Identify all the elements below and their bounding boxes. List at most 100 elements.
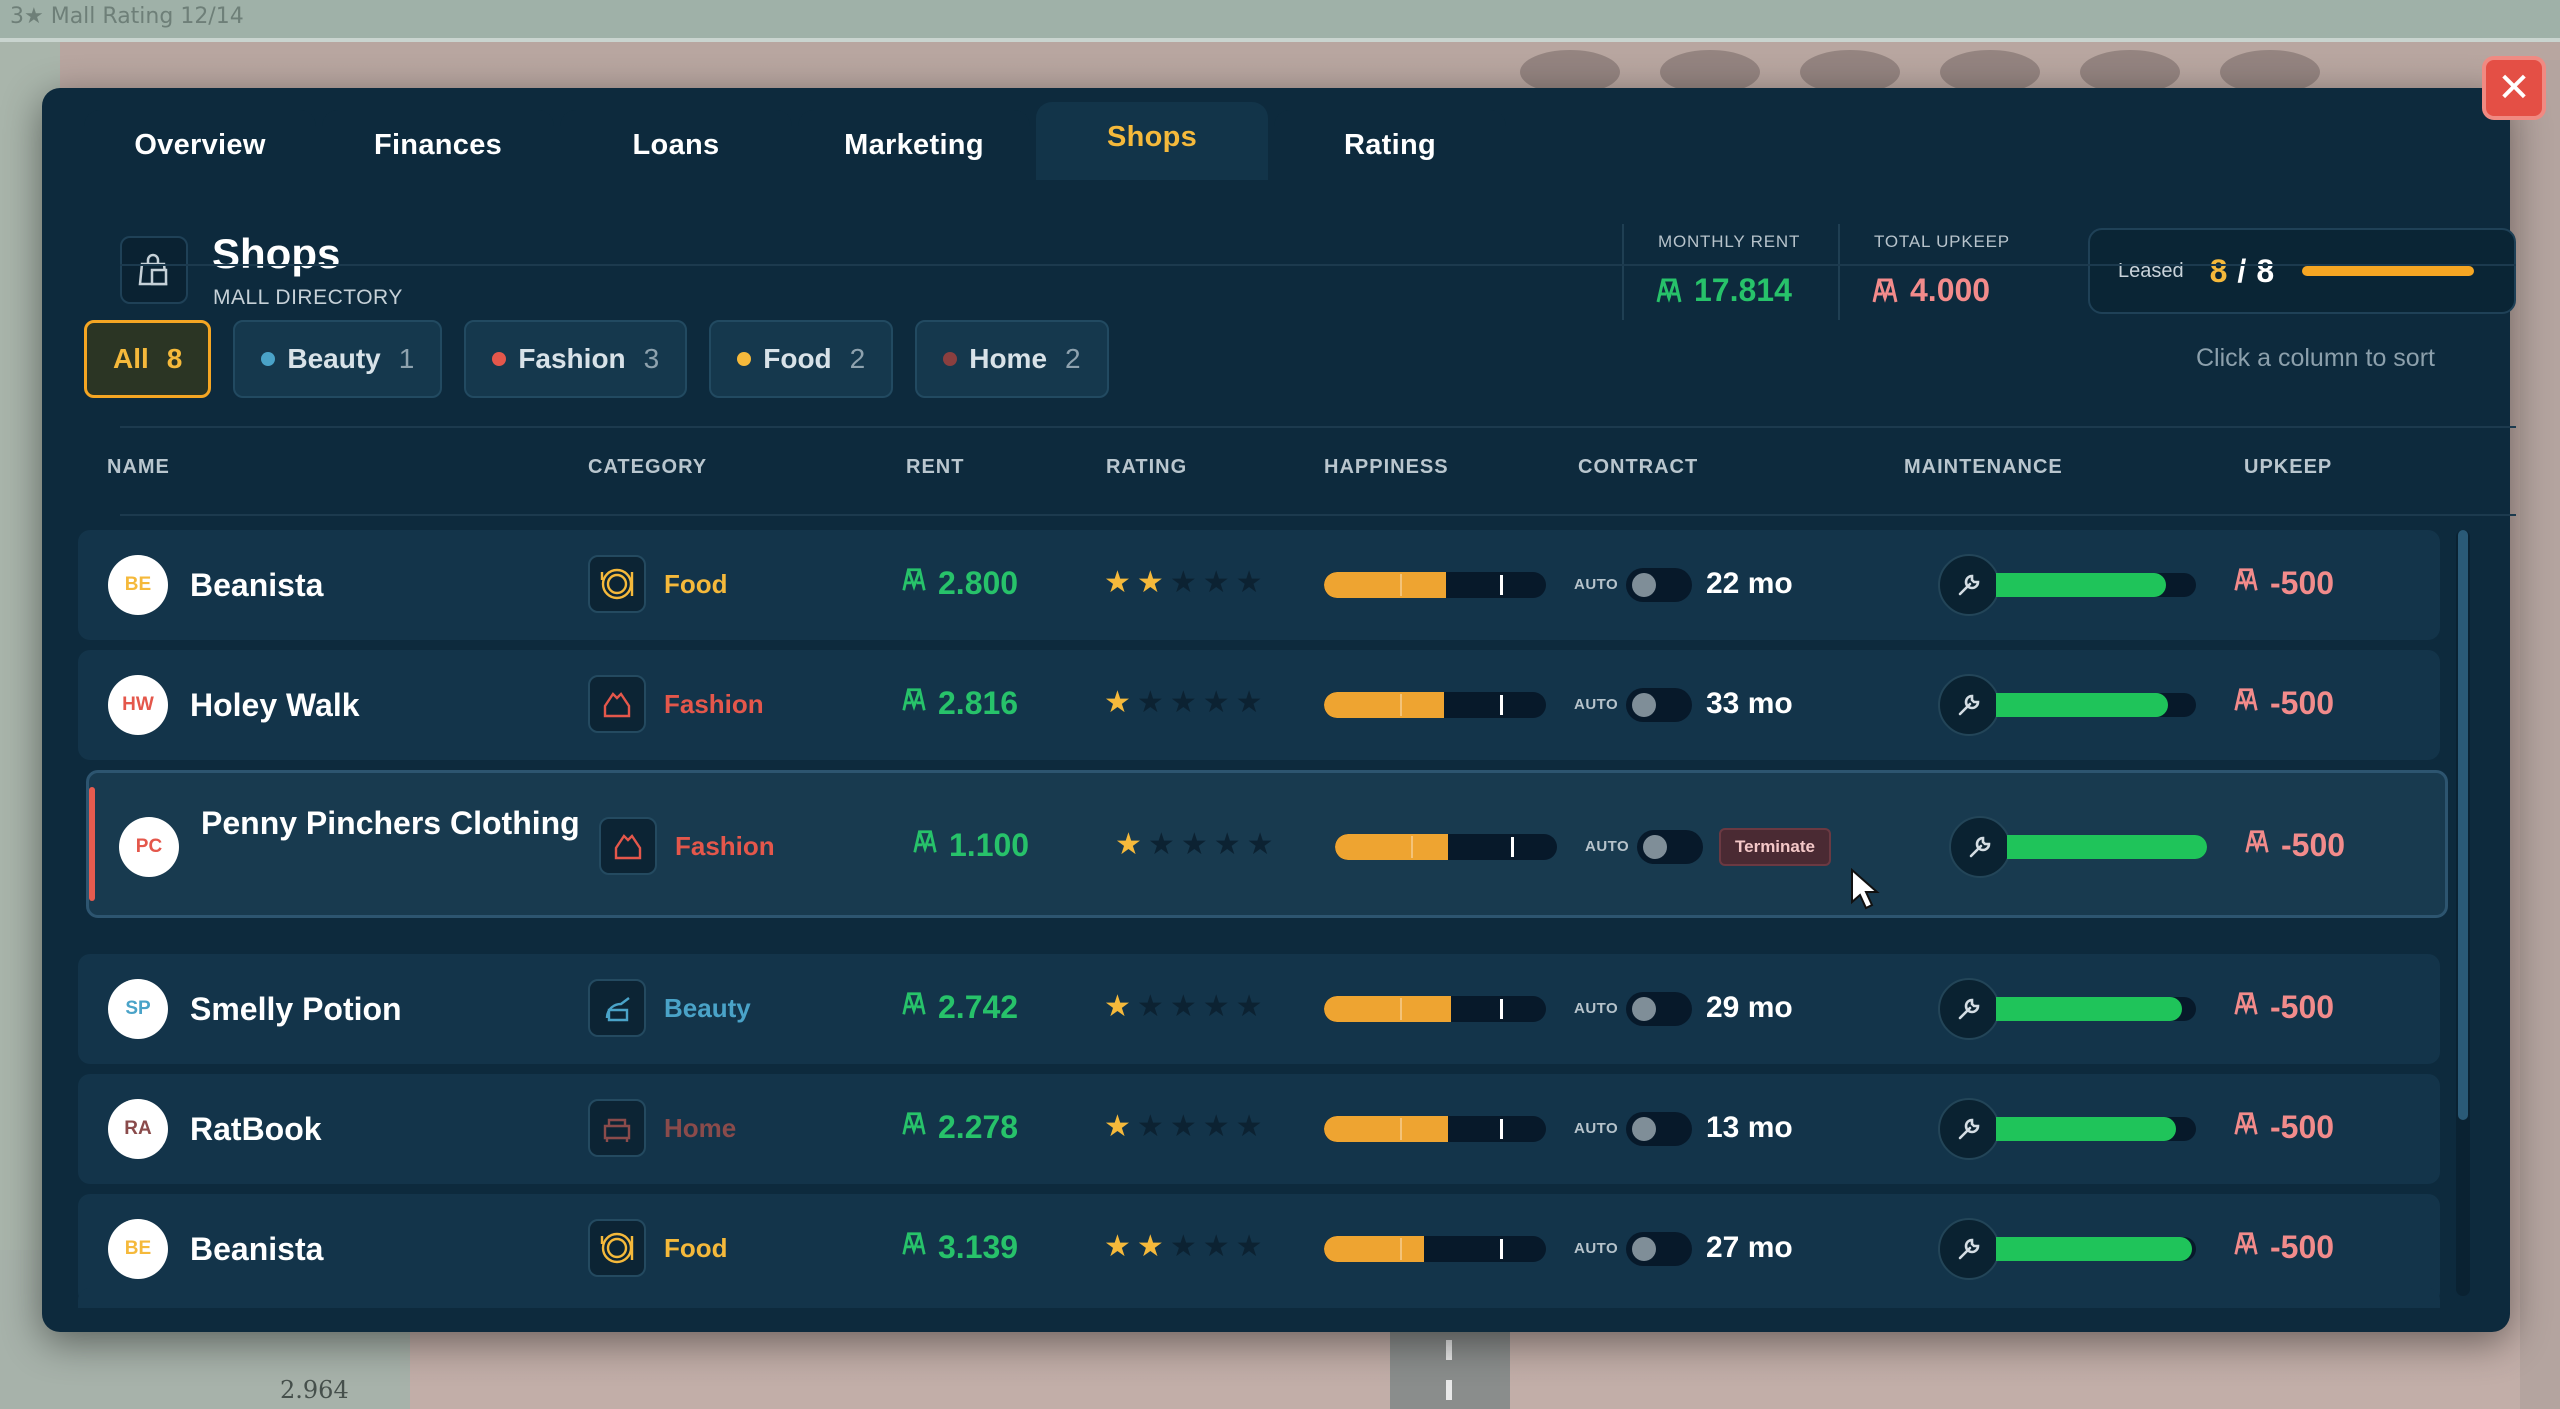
auto-renew-toggle[interactable] bbox=[1626, 688, 1692, 722]
scrollbar-thumb[interactable] bbox=[2458, 530, 2468, 1120]
wrench-icon[interactable] bbox=[1938, 1218, 2000, 1280]
rent-amount: 1.100 bbox=[949, 827, 1030, 863]
filter-chip-beauty[interactable]: Beauty 1 bbox=[233, 320, 443, 398]
tab-loans[interactable]: Loans bbox=[560, 110, 792, 180]
tab-marketing[interactable]: Marketing bbox=[798, 110, 1030, 180]
leased-summary: Leased 8 / 8 bbox=[2088, 228, 2516, 314]
filter-label: All bbox=[113, 343, 149, 374]
header-divider bbox=[120, 264, 2516, 266]
close-button[interactable]: ✕ bbox=[2482, 56, 2546, 120]
table-row[interactable]: HW Holey Walk Fashion 2.816 ★ ★ ★ ★ ★ AUTO 33 mo -5… bbox=[78, 650, 2440, 760]
wrench-icon[interactable] bbox=[1949, 816, 2011, 878]
category-label: Fashion bbox=[675, 831, 775, 861]
filter-chip-all[interactable]: All 8 bbox=[84, 320, 212, 398]
table-row[interactable]: BE Beanista Food 2.800 ★ ★ ★ ★ ★ AUTO 22 mo -500 bbox=[78, 530, 2440, 640]
rent-value: 2.800 bbox=[900, 565, 1018, 602]
contract-remaining: 33 mo bbox=[1706, 687, 1793, 720]
rent-value: 1.100 bbox=[911, 827, 1029, 864]
currency-icon bbox=[911, 827, 939, 864]
filter-chip-fashion[interactable]: Fashion 3 bbox=[464, 320, 688, 398]
wrench-icon[interactable] bbox=[1938, 1098, 2000, 1160]
happiness-midpoint bbox=[1400, 694, 1402, 716]
auto-renew-toggle[interactable] bbox=[1637, 830, 1703, 864]
star-empty-icon: ★ bbox=[1235, 1110, 1263, 1143]
upkeep-amount: -500 bbox=[2270, 989, 2335, 1025]
happiness-midpoint bbox=[1400, 1118, 1402, 1140]
table-row[interactable]: SP Smelly Potion Beauty 2.742 ★ ★ ★ ★ ★ AUTO 29 mo… bbox=[78, 954, 2440, 1064]
currency-icon bbox=[1656, 278, 1682, 303]
close-icon: ✕ bbox=[2497, 65, 2531, 111]
tab-rating[interactable]: Rating bbox=[1274, 110, 1506, 180]
star-filled-icon: ★ bbox=[1104, 1230, 1131, 1263]
wrench-icon[interactable] bbox=[1938, 674, 2000, 736]
auto-renew-label: AUTO bbox=[1574, 1120, 1619, 1137]
star-empty-icon: ★ bbox=[1213, 828, 1241, 861]
auto-renew-toggle[interactable] bbox=[1626, 568, 1692, 602]
avatar: PC bbox=[119, 817, 179, 877]
column-header-category[interactable]: CATEGORY bbox=[588, 456, 707, 479]
happiness-target-marker bbox=[1500, 1239, 1503, 1259]
maintenance-bar bbox=[1996, 693, 2196, 717]
auto-renew-toggle[interactable] bbox=[1626, 1232, 1692, 1266]
happiness-target-marker bbox=[1500, 575, 1503, 595]
upkeep-amount: -500 bbox=[2270, 565, 2335, 601]
total-upkeep-amount: 4.000 bbox=[1910, 272, 1991, 308]
leased-label: Leased bbox=[2118, 259, 2184, 282]
tab-overview[interactable]: Overview bbox=[84, 110, 316, 180]
column-header-name[interactable]: NAME bbox=[107, 456, 170, 479]
star-empty-icon: ★ bbox=[1136, 1110, 1164, 1143]
column-header-rating[interactable]: RATING bbox=[1106, 456, 1187, 479]
category-fashion-icon bbox=[599, 817, 657, 875]
monthly-rent-amount: 17.814 bbox=[1694, 272, 1792, 308]
shop-name: Beanista bbox=[190, 567, 324, 603]
star-empty-icon: ★ bbox=[1246, 828, 1274, 861]
column-header-rent[interactable]: RENT bbox=[906, 456, 964, 479]
category-food-icon bbox=[588, 555, 646, 613]
wrench-icon[interactable] bbox=[1938, 978, 2000, 1040]
terminate-button[interactable]: Terminate bbox=[1719, 828, 1831, 866]
star-filled-icon: ★ bbox=[1136, 1230, 1164, 1263]
column-header-upkeep[interactable]: UPKEEP bbox=[2244, 456, 2332, 479]
star-filled-icon: ★ bbox=[1104, 566, 1131, 599]
tab-shops[interactable]: Shops bbox=[1036, 102, 1268, 180]
column-header-happiness[interactable]: HAPPINESS bbox=[1324, 456, 1449, 479]
star-filled-icon: ★ bbox=[1104, 1110, 1131, 1143]
auto-renew-toggle[interactable] bbox=[1626, 992, 1692, 1026]
star-rating: ★ ★ ★ ★ ★ bbox=[1104, 1229, 1263, 1264]
total-upkeep-label: TOTAL UPKEEP bbox=[1874, 232, 2010, 251]
rent-amount: 2.742 bbox=[938, 989, 1019, 1025]
bottom-money-readout: 2.964 bbox=[280, 1376, 349, 1404]
shop-name: Holey Walk bbox=[190, 687, 360, 723]
upkeep-value: -500 bbox=[2232, 989, 2334, 1026]
wrench-icon[interactable] bbox=[1938, 554, 2000, 616]
happiness-midpoint bbox=[1411, 836, 1413, 858]
contract-remaining: 29 mo bbox=[1706, 991, 1793, 1024]
filter-label: Home bbox=[969, 343, 1048, 374]
category-label: Beauty bbox=[664, 993, 751, 1023]
category-home-icon bbox=[588, 1099, 646, 1157]
star-rating: ★ ★ ★ ★ ★ bbox=[1104, 1109, 1263, 1144]
category-dot-icon bbox=[737, 352, 752, 366]
happiness-midpoint bbox=[1400, 1238, 1402, 1260]
auto-renew-toggle[interactable] bbox=[1626, 1112, 1692, 1146]
star-filled-icon: ★ bbox=[1136, 566, 1164, 599]
toggle-knob bbox=[1643, 835, 1667, 859]
tab-finances[interactable]: Finances bbox=[322, 110, 554, 180]
table-row[interactable]: RA RatBook Home 2.278 ★ ★ ★ ★ ★ AUTO 13 mo -500 bbox=[78, 1074, 2440, 1184]
happiness-bar bbox=[1324, 572, 1546, 598]
maintenance-fill bbox=[1996, 1237, 2192, 1261]
star-empty-icon: ★ bbox=[1169, 990, 1197, 1023]
table-row[interactable]: PC Penny Pinchers Clothing Fashion 1.100 ★ ★ ★… bbox=[86, 770, 2448, 918]
filter-chip-food[interactable]: Food 2 bbox=[709, 320, 894, 398]
star-filled-icon: ★ bbox=[1104, 686, 1131, 719]
page-title: Shops bbox=[212, 230, 341, 277]
currency-icon bbox=[900, 1109, 928, 1146]
star-filled-icon: ★ bbox=[1104, 990, 1131, 1023]
currency-icon bbox=[900, 1229, 928, 1266]
toggle-knob bbox=[1632, 1237, 1656, 1261]
column-header-maintenance[interactable]: MAINTENANCE bbox=[1904, 456, 2063, 479]
filter-chip-home[interactable]: Home 2 bbox=[915, 320, 1109, 398]
avatar: RA bbox=[108, 1099, 168, 1159]
column-header-contract[interactable]: CONTRACT bbox=[1578, 456, 1698, 479]
rent-value: 2.742 bbox=[900, 989, 1018, 1026]
